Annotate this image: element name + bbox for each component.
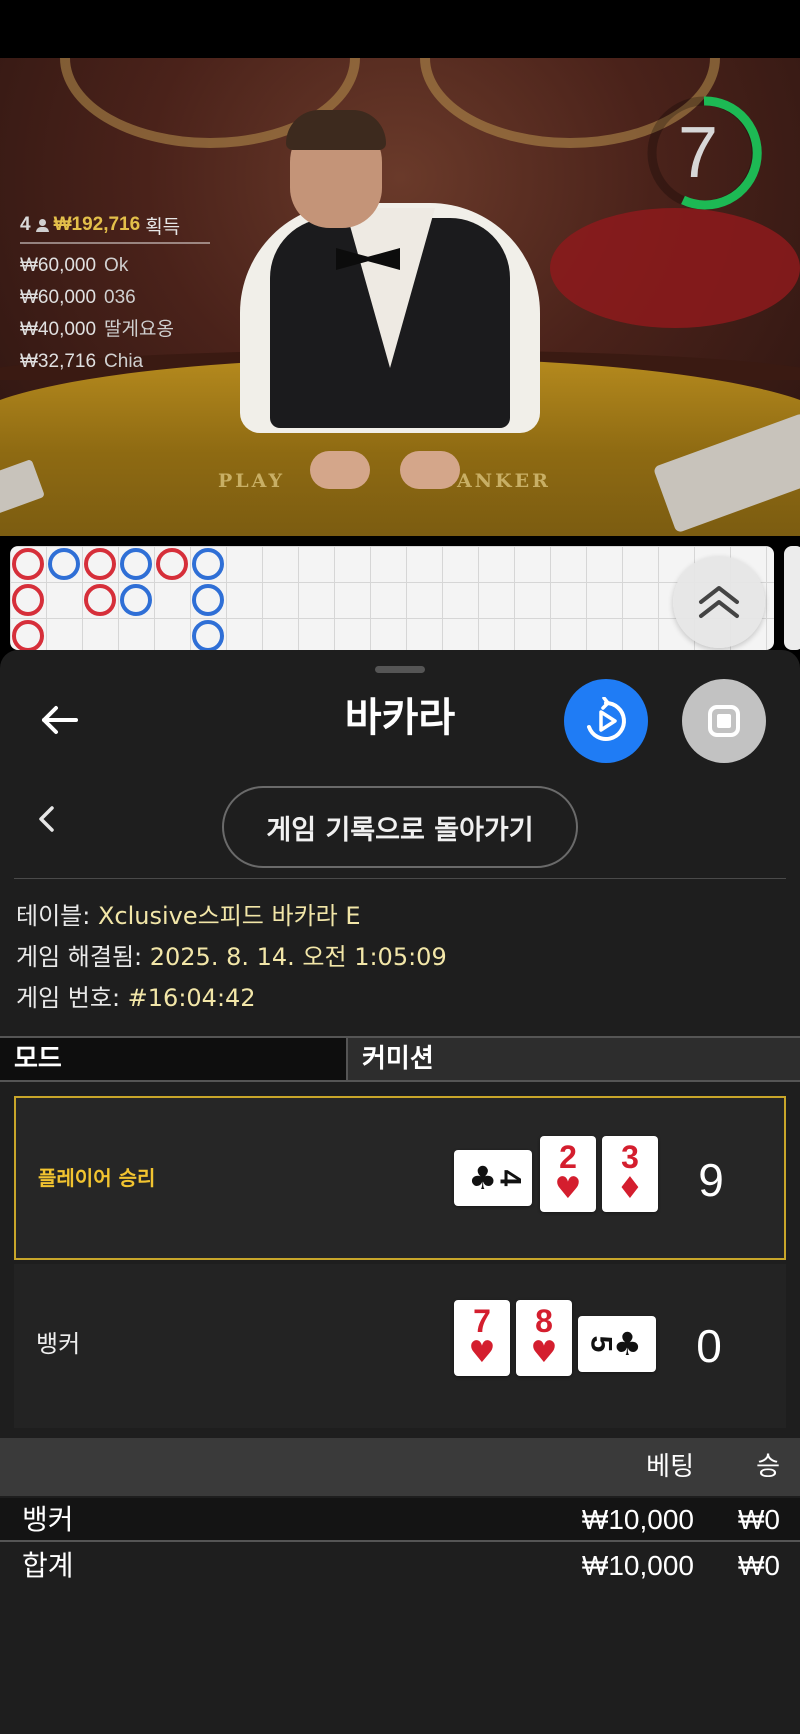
banker-score: 0 [696,1320,722,1372]
win-column-header: 승 [756,1452,780,1482]
commission-cell: 커미션 [348,1038,800,1080]
replay-icon [587,697,626,741]
mode-header-row: 모드 커미션 [0,1036,800,1082]
dealer-hair [286,110,386,150]
player-score: 9 [698,1154,724,1206]
winners-label: 획득 [145,216,181,238]
dealer-hand-left [310,451,370,489]
divider [14,878,786,879]
banker-card-2: 8 ♥ [516,1300,572,1376]
winner-row: ₩32,716 Chia [20,351,144,372]
bet-row-total: 합계 ₩10,000 ₩0 [0,1544,800,1588]
player-result-panel: 플레이어 승리 ♣ 4 2 ♥ 3 ♦ 9 [14,1096,786,1260]
felt-player-text: PLAY [218,470,286,492]
banker-bead [12,548,44,580]
player-card-2: 2 ♥ [540,1136,596,1212]
back-arrow-icon[interactable] [36,696,84,744]
stop-button[interactable] [682,679,766,763]
expand-roadmap-button[interactable] [673,556,765,648]
player-bead [192,548,224,580]
countdown-timer-value: 7 [677,113,719,193]
bet-column-header: 베팅 [646,1452,694,1482]
banker-result-label: 뱅커 [36,1330,81,1358]
winner-row: ₩40,000 딸게요옹 [20,319,174,340]
person-icon [35,218,49,232]
player-card-3: 3 ♦ [602,1136,658,1212]
bead-roadmap[interactable] [10,546,774,650]
resolved-info: 게임 해결됨: 2025. 8. 14. 오전 1:05:09 [16,943,447,971]
banker-bead [156,548,188,580]
game-number-info: 게임 번호: #16:04:42 [16,984,256,1012]
game-detail-sheet: 바카라 게임 기록으로 돌아가기 테이블: Xclusive스피드 바카라 E … [0,650,800,1734]
winners-total: ₩192,716 [53,214,141,235]
back-to-history-button[interactable]: 게임 기록으로 돌아가기 [222,786,578,868]
banker-bead [12,584,44,616]
bets-table-header: 베팅 승 [0,1438,800,1496]
winners-count: 4 [20,214,31,235]
sheet-drag-handle[interactable] [375,666,425,673]
winners-summary: 4 ₩192,716 획득 [20,212,210,244]
banker-bead [84,584,116,616]
mode-cell: 모드 [0,1038,348,1080]
banker-card-3: 5 ♣ [578,1316,656,1372]
banker-bead [84,548,116,580]
replay-button[interactable] [564,679,648,763]
double-chevron-up-icon [699,586,739,618]
player-bead [120,584,152,616]
player-bead [120,548,152,580]
winners-overlay: 4 ₩192,716 획득 ₩60,000 Ok ₩60,000 036 ₩40,0… [20,212,210,378]
bet-row-banker: 뱅커 ₩10,000 ₩0 [0,1498,800,1542]
background-table [550,208,800,328]
page-title: 바카라 [344,695,456,741]
banker-result-panel: 뱅커 7 ♥ 8 ♥ 5 ♣ 0 [14,1264,786,1428]
winner-row: ₩60,000 036 [20,287,136,308]
winner-row: ₩60,000 Ok [20,255,129,276]
dealer-hand-right [400,451,460,489]
banker-card-1: 7 ♥ [454,1300,510,1376]
player-card-1: ♣ 4 [454,1150,532,1206]
roadmap-secondary [784,546,800,650]
player-result-label: 플레이어 승리 [38,1166,156,1190]
banker-bead [12,620,44,650]
player-bead [192,584,224,616]
table-info: 테이블: Xclusive스피드 바카라 E [16,902,361,930]
chevron-left-icon[interactable] [30,802,64,836]
stop-icon [708,705,740,737]
player-bead [192,620,224,650]
player-bead [48,548,80,580]
